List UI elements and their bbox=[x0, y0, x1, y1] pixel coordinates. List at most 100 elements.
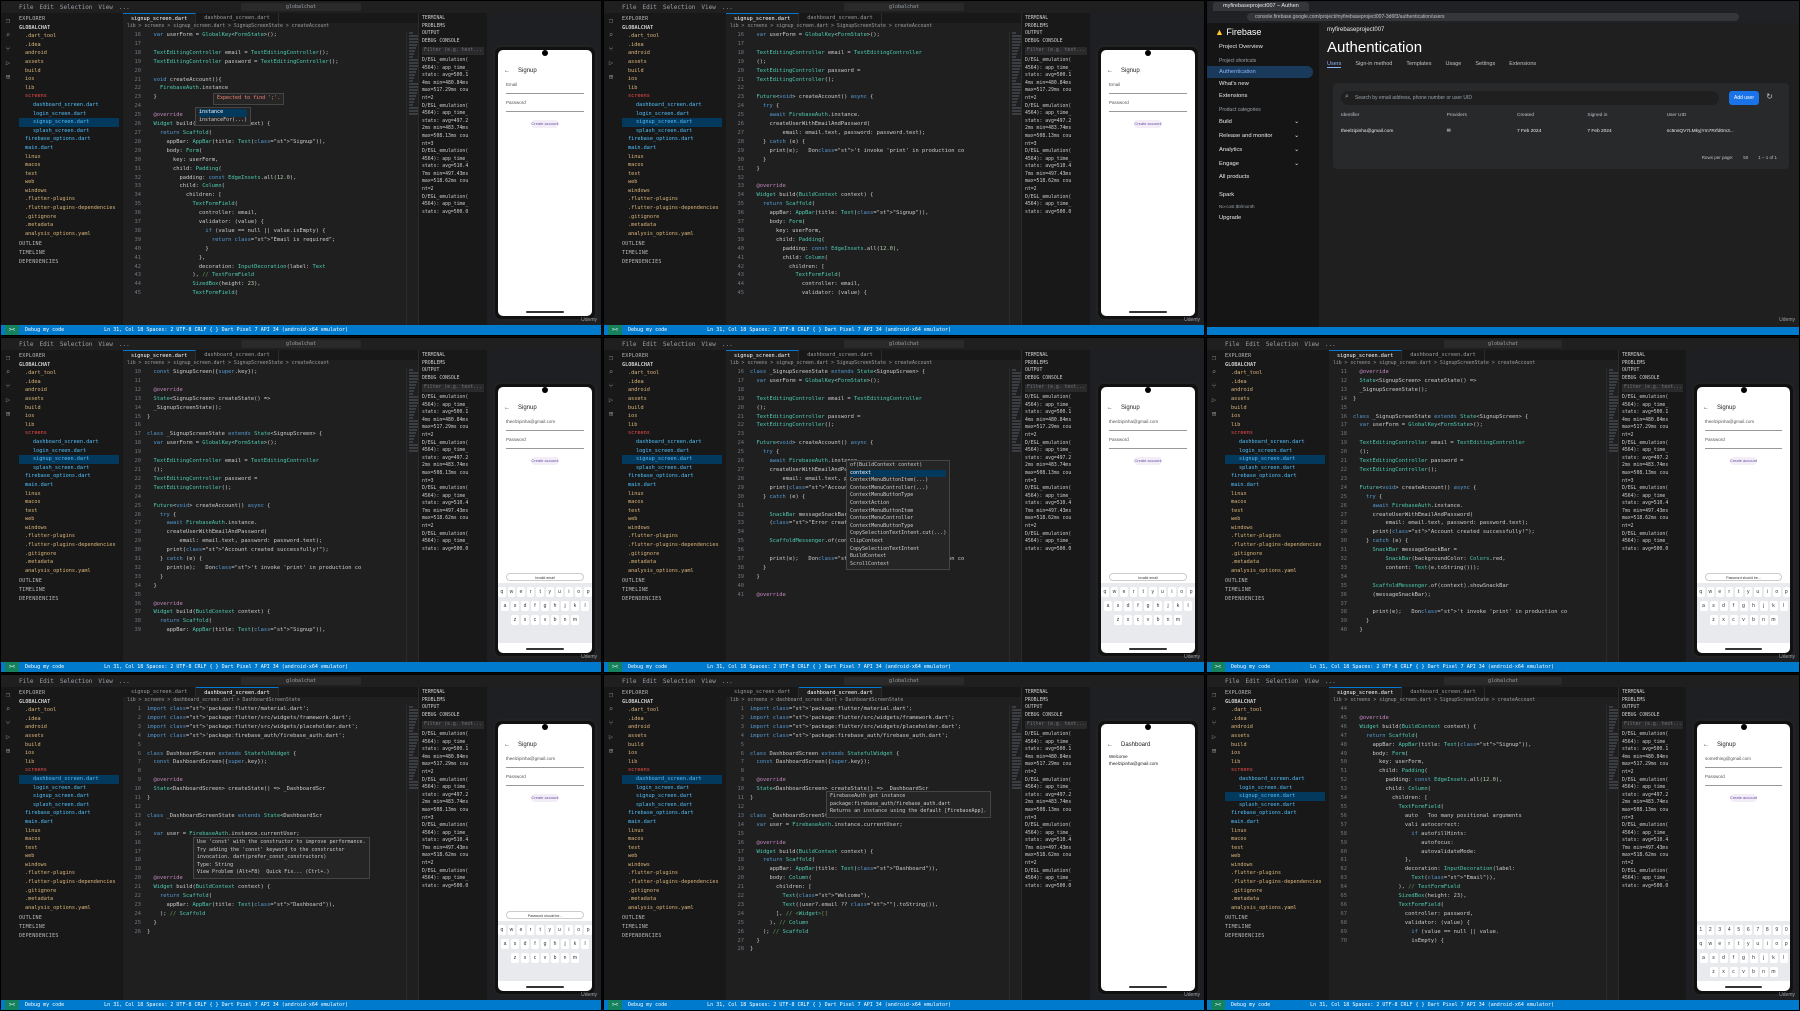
keyboard-key[interactable]: f bbox=[1729, 601, 1738, 611]
keyboard-key[interactable]: c bbox=[1729, 967, 1738, 977]
run-debug-icon[interactable]: ▷ bbox=[609, 396, 613, 404]
files-icon[interactable]: ❐ bbox=[6, 354, 10, 362]
back-arrow-icon[interactable]: ← bbox=[1107, 68, 1113, 74]
explorer-item[interactable]: main.dart bbox=[622, 144, 722, 153]
status-right[interactable]: Ln 31, Col 18 Spaces: 2 UTF-8 CRLF { } D… bbox=[1310, 1002, 1554, 1008]
explorer-item[interactable]: analysis_options.yaml bbox=[19, 230, 119, 239]
explorer-item[interactable]: .gitignore bbox=[622, 213, 722, 222]
explorer-item[interactable]: dashboard_screen.dart bbox=[622, 774, 722, 784]
keyboard-key[interactable]: v bbox=[541, 953, 549, 963]
keyboard-key[interactable]: l bbox=[1184, 601, 1192, 611]
panel-tab[interactable]: DEBUG CONSOLE bbox=[422, 38, 484, 46]
outline-section[interactable]: OUTLINE bbox=[19, 914, 119, 923]
extensions-icon[interactable]: ⊞ bbox=[1212, 410, 1216, 418]
explorer-item[interactable]: lib bbox=[19, 84, 119, 93]
dependencies-section[interactable]: DEPENDENCIES bbox=[1225, 595, 1325, 604]
email-field[interactable]: theelzipinha@gmail.com bbox=[506, 419, 584, 431]
explorer-item[interactable]: .flutter-plugins bbox=[1225, 532, 1325, 541]
menu-item[interactable]: Edit bbox=[1245, 341, 1259, 348]
keyboard-key[interactable]: e bbox=[517, 925, 525, 935]
editor-tab[interactable]: dashboard_screen.dart bbox=[799, 13, 882, 23]
explorer-item[interactable]: android bbox=[622, 49, 722, 58]
command-center[interactable]: globalchat bbox=[241, 677, 361, 685]
status-right[interactable]: Ln 31, Col 18 Spaces: 2 UTF-8 CRLF { } D… bbox=[1310, 664, 1554, 670]
explorer-item[interactable]: linux bbox=[19, 490, 119, 499]
explorer-item[interactable]: .metadata bbox=[622, 558, 722, 567]
menu-item[interactable]: Selection bbox=[1266, 678, 1299, 685]
editor-tab[interactable]: signup_screen.dart bbox=[1329, 350, 1403, 360]
suggestion-item[interactable]: instanceFor(...) bbox=[199, 117, 247, 125]
password-field[interactable]: Password bbox=[1705, 437, 1782, 449]
suggestion-item[interactable]: context bbox=[850, 469, 947, 478]
command-center[interactable]: globalchat bbox=[241, 3, 361, 11]
outline-section[interactable]: OUTLINE bbox=[622, 240, 722, 249]
run-debug-icon[interactable]: ▷ bbox=[6, 733, 10, 741]
explorer-item[interactable]: dashboard_screen.dart bbox=[19, 101, 119, 110]
breadcrumb[interactable]: lib > screens > dashboard_screen.dart > … bbox=[123, 697, 418, 705]
explorer-item[interactable]: assets bbox=[622, 395, 722, 404]
keyboard-key[interactable]: e bbox=[1716, 939, 1724, 949]
keyboard-key[interactable]: y bbox=[1744, 587, 1752, 597]
keyboard-key[interactable]: r bbox=[526, 925, 535, 935]
explorer-item[interactable]: .idea bbox=[622, 378, 722, 387]
keyboard-key[interactable]: w bbox=[1706, 587, 1714, 597]
menu-item[interactable]: Selection bbox=[663, 341, 696, 348]
keyboard-key[interactable]: x bbox=[1719, 967, 1728, 977]
explorer-item[interactable]: .flutter-plugins-dependencies bbox=[19, 204, 119, 213]
keyboard-key[interactable]: e bbox=[1120, 587, 1128, 597]
keyboard-key[interactable]: u bbox=[555, 925, 564, 935]
command-center[interactable]: globalchat bbox=[844, 3, 964, 11]
explorer-item[interactable]: assets bbox=[622, 58, 722, 67]
keyboard-key[interactable]: o bbox=[1773, 587, 1781, 597]
console-filter-input[interactable]: Filter (e.g. text... bbox=[1622, 721, 1683, 729]
password-field[interactable]: Password bbox=[506, 100, 584, 112]
dependencies-section[interactable]: DEPENDENCIES bbox=[622, 258, 722, 267]
timeline-section[interactable]: TIMELINE bbox=[1225, 923, 1325, 932]
run-debug-icon[interactable]: ▷ bbox=[1212, 733, 1216, 741]
breadcrumb[interactable]: lib > screens > signup_screen.dart > Sig… bbox=[1329, 360, 1618, 368]
keyboard-key[interactable]: o bbox=[574, 925, 583, 935]
keyboard-key[interactable]: u bbox=[1754, 939, 1762, 949]
explorer-item[interactable]: dashboard_screen.dart bbox=[1225, 775, 1325, 784]
refresh-icon[interactable]: ↻ bbox=[1766, 92, 1773, 101]
files-icon[interactable]: ❐ bbox=[1212, 354, 1216, 362]
password-field[interactable]: Password bbox=[1705, 774, 1782, 786]
keyboard-key[interactable]: g bbox=[541, 939, 549, 949]
keyboard-key[interactable]: w bbox=[507, 925, 516, 935]
explorer-item[interactable]: .gitignore bbox=[622, 887, 722, 896]
explorer-item[interactable]: .dart_tool bbox=[622, 369, 722, 378]
back-arrow-icon[interactable]: ← bbox=[1107, 405, 1113, 411]
run-debug-icon[interactable]: ▷ bbox=[6, 396, 10, 404]
explorer-item[interactable]: analysis_options.yaml bbox=[19, 567, 119, 576]
keyboard-key[interactable]: i bbox=[565, 925, 573, 935]
explorer-item[interactable]: android bbox=[19, 723, 119, 732]
keyboard-key[interactable]: p bbox=[1782, 587, 1790, 597]
dependencies-section[interactable]: DEPENDENCIES bbox=[622, 595, 722, 604]
menu-item[interactable]: ... bbox=[722, 341, 733, 348]
explorer-item[interactable]: .idea bbox=[1225, 715, 1325, 724]
explorer-item[interactable]: .metadata bbox=[19, 221, 119, 230]
back-arrow-icon[interactable]: ← bbox=[1703, 742, 1709, 748]
code-editor[interactable]: signup_screen.dart dashboard_screen.dart l… bbox=[1329, 350, 1618, 662]
project-root[interactable]: GLOBALCHAT bbox=[19, 24, 119, 33]
explorer-item[interactable]: firebase_options.dart bbox=[1225, 809, 1325, 818]
explorer-item[interactable]: assets bbox=[19, 732, 119, 741]
keyboard-key[interactable]: u bbox=[1754, 587, 1762, 597]
back-arrow-icon[interactable]: ← bbox=[1703, 405, 1709, 411]
keyboard-key[interactable]: h bbox=[1154, 601, 1162, 611]
explorer-item[interactable]: test bbox=[19, 844, 119, 853]
explorer-item[interactable]: .metadata bbox=[1225, 558, 1325, 567]
explorer-item[interactable]: lib bbox=[1225, 758, 1325, 767]
back-arrow-icon[interactable]: ← bbox=[1107, 742, 1113, 748]
panel-tab[interactable]: DEBUG CONSOLE bbox=[422, 712, 484, 720]
timeline-section[interactable]: TIMELINE bbox=[622, 586, 722, 595]
keyboard-key[interactable]: a bbox=[501, 601, 509, 611]
keyboard-key[interactable]: z bbox=[1709, 615, 1718, 625]
panel-tab[interactable]: TERMINAL bbox=[1622, 689, 1683, 697]
on-screen-keyboard[interactable]: qwertyuiopasdfghjklzxcvbnm bbox=[1697, 583, 1790, 643]
on-screen-keyboard[interactable]: qwertyuiopasdfghjklzxcvbnm bbox=[498, 921, 592, 981]
command-center[interactable]: globalchat bbox=[1443, 340, 1563, 348]
code-editor[interactable]: signup_screen.dart dashboard_screen.dart l… bbox=[726, 687, 1021, 1000]
panel-tab[interactable]: OUTPUT bbox=[1025, 367, 1087, 375]
menu-item[interactable]: Edit bbox=[1245, 678, 1259, 685]
